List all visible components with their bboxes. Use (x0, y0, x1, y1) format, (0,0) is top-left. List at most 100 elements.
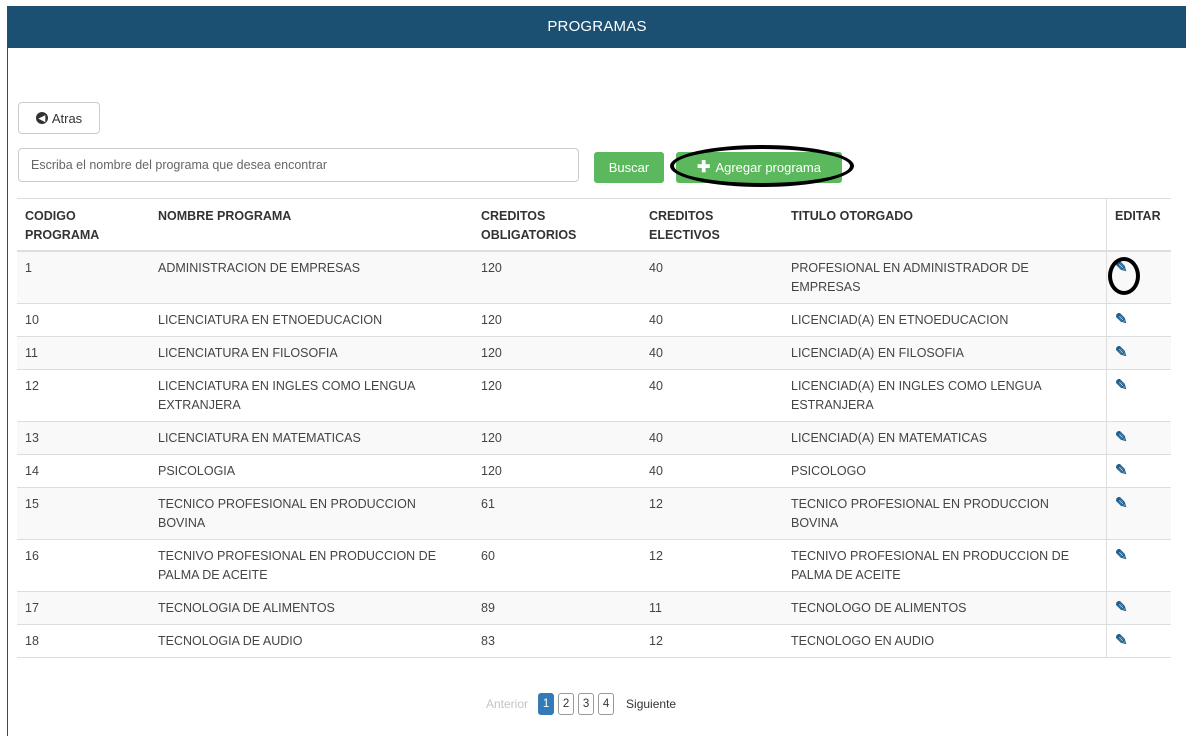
circle-arrow-left-icon: ◀ (35, 112, 48, 124)
cell-obligatorios: 60 (473, 539, 641, 592)
cell-codigo: 11 (17, 336, 150, 370)
cell-electivos: 40 (641, 303, 783, 337)
cell-nombre: TECNICO PROFESIONAL EN PRODUCCION BOVINA (150, 487, 473, 540)
edit-icon[interactable]: ✎ (1115, 260, 1129, 275)
table-row: 10 LICENCIATURA EN ETNOEDUCACION 120 40 LICE… (17, 303, 1171, 337)
cell-obligatorios: 120 (473, 250, 641, 304)
cell-codigo: 16 (17, 539, 150, 592)
header-electivos[interactable]: CREDITOS ELECTIVOS (641, 198, 783, 252)
add-program-button[interactable]: ✚ Agregar programa (676, 152, 842, 183)
header-codigo[interactable]: CODIGO PROGRAMA (17, 198, 150, 252)
cell-nombre: TECNOLOGIA DE AUDIO (150, 624, 473, 658)
edit-icon[interactable]: ✎ (1115, 463, 1129, 478)
cell-electivos: 11 (641, 591, 783, 625)
cell-electivos: 40 (641, 250, 783, 304)
cell-electivos: 40 (641, 369, 783, 422)
table-row: 12 LICENCIATURA EN INGLES COMO LENGUA EXT… (17, 369, 1171, 422)
table-row: 13 LICENCIATURA EN MATEMATICAS 120 40 LICENC… (17, 421, 1171, 455)
header-editar: EDITAR (1106, 198, 1171, 252)
cell-editar: ✎ (1106, 539, 1171, 592)
cell-titulo: TECNICO PROFESIONAL EN PRODUCCION BOVINA (783, 487, 1107, 540)
edit-icon[interactable]: ✎ (1115, 633, 1129, 648)
cell-editar: ✎ (1106, 624, 1171, 658)
cell-editar: ✎ (1106, 369, 1171, 422)
back-button-label: Atras (51, 110, 83, 126)
cell-editar: ✎ (1106, 336, 1171, 370)
cell-nombre: PSICOLOGIA (150, 454, 473, 488)
cell-nombre: LICENCIATURA EN ETNOEDUCACION (150, 303, 473, 337)
cell-editar: ✎ (1106, 487, 1171, 540)
cell-codigo: 17 (17, 591, 150, 625)
pagination-next[interactable]: Siguiente (626, 697, 676, 711)
cell-titulo: LICENCIAD(A) EN INGLES COMO LENGUA ESTRA… (783, 369, 1107, 422)
plus-icon: ✚ (697, 158, 711, 176)
table-row: 14 PSICOLOGIA 120 40 PSICOLOGO ✎ (17, 454, 1171, 488)
cell-titulo: LICENCIAD(A) EN FILOSOFIA (783, 336, 1107, 370)
back-button[interactable]: ◀ Atras (18, 102, 100, 134)
cell-titulo: TECNOLOGO EN AUDIO (783, 624, 1107, 658)
cell-obligatorios: 120 (473, 421, 641, 455)
cell-codigo: 12 (17, 369, 150, 422)
table-row: 17 TECNOLOGIA DE ALIMENTOS 89 11 TECNOLOGO D… (17, 591, 1171, 625)
edit-icon[interactable]: ✎ (1115, 548, 1129, 563)
table-row: 18 TECNOLOGIA DE AUDIO 83 12 TECNOLOGO EN AU… (17, 624, 1171, 658)
programs-table: CODIGO PROGRAMA NOMBRE PROGRAMA CREDITOS… (17, 198, 1171, 658)
cell-titulo: LICENCIAD(A) EN ETNOEDUCACION (783, 303, 1107, 337)
cell-obligatorios: 120 (473, 369, 641, 422)
cell-editar: ✎ (1106, 303, 1171, 337)
page-3-button[interactable]: 3 (578, 693, 595, 715)
edit-icon[interactable]: ✎ (1115, 345, 1129, 360)
page-1-button[interactable]: 1 (538, 693, 555, 715)
page-header: PROGRAMAS (8, 6, 1186, 48)
cell-codigo: 18 (17, 624, 150, 658)
pagination-prev[interactable]: Anterior (486, 697, 528, 711)
page-title: PROGRAMAS (547, 18, 647, 35)
cell-codigo: 14 (17, 454, 150, 488)
header-obligatorios[interactable]: CREDITOS OBLIGATORIOS (473, 198, 641, 252)
cell-electivos: 12 (641, 624, 783, 658)
table-header-row: CODIGO PROGRAMA NOMBRE PROGRAMA CREDITOS… (17, 198, 1171, 252)
cell-editar: ✎ (1106, 591, 1171, 625)
cell-electivos: 40 (641, 336, 783, 370)
pagination: Anterior 1 2 3 4 Siguiente (486, 693, 676, 715)
cell-titulo: TECNOLOGO DE ALIMENTOS (783, 591, 1107, 625)
cell-nombre: LICENCIATURA EN MATEMATICAS (150, 421, 473, 455)
table-row: 1 ADMINISTRACION DE EMPRESAS 120 40 PROFESIO… (17, 250, 1171, 304)
search-button-label: Buscar (608, 160, 650, 175)
cell-editar: ✎ (1106, 250, 1171, 304)
table-row: 16 TECNIVO PROFESIONAL EN PRODUCCION DE P… (17, 539, 1171, 592)
cell-electivos: 12 (641, 539, 783, 592)
edit-icon[interactable]: ✎ (1115, 378, 1129, 393)
search-input[interactable] (18, 148, 579, 182)
cell-nombre: TECNIVO PROFESIONAL EN PRODUCCION DE PAL… (150, 539, 473, 592)
cell-codigo: 1 (17, 250, 150, 304)
cell-editar: ✎ (1106, 421, 1171, 455)
table-row: 11 LICENCIATURA EN FILOSOFIA 120 40 LICENCIA… (17, 336, 1171, 370)
cell-obligatorios: 120 (473, 454, 641, 488)
header-nombre[interactable]: NOMBRE PROGRAMA (150, 198, 473, 252)
cell-codigo: 10 (17, 303, 150, 337)
edit-icon[interactable]: ✎ (1115, 600, 1129, 615)
cell-obligatorios: 89 (473, 591, 641, 625)
cell-obligatorios: 120 (473, 336, 641, 370)
cell-obligatorios: 83 (473, 624, 641, 658)
cell-titulo: PSICOLOGO (783, 454, 1107, 488)
header-titulo[interactable]: TITULO OTORGADO (783, 198, 1107, 252)
cell-nombre: LICENCIATURA EN INGLES COMO LENGUA EXTRA… (150, 369, 473, 422)
search-button[interactable]: Buscar (594, 152, 664, 183)
cell-titulo: PROFESIONAL EN ADMINISTRADOR DE EMPRESAS (783, 250, 1107, 304)
add-program-label: Agregar programa (715, 160, 821, 175)
cell-electivos: 12 (641, 487, 783, 540)
edit-icon[interactable]: ✎ (1115, 312, 1129, 327)
page-4-button[interactable]: 4 (598, 693, 615, 715)
cell-electivos: 40 (641, 454, 783, 488)
cell-electivos: 40 (641, 421, 783, 455)
edit-icon[interactable]: ✎ (1115, 496, 1129, 511)
page-2-button[interactable]: 2 (558, 693, 575, 715)
cell-codigo: 13 (17, 421, 150, 455)
edit-icon[interactable]: ✎ (1115, 430, 1129, 445)
cell-obligatorios: 120 (473, 303, 641, 337)
cell-nombre: TECNOLOGIA DE ALIMENTOS (150, 591, 473, 625)
cell-titulo: TECNIVO PROFESIONAL EN PRODUCCION DE PAL… (783, 539, 1107, 592)
cell-titulo: LICENCIAD(A) EN MATEMATICAS (783, 421, 1107, 455)
